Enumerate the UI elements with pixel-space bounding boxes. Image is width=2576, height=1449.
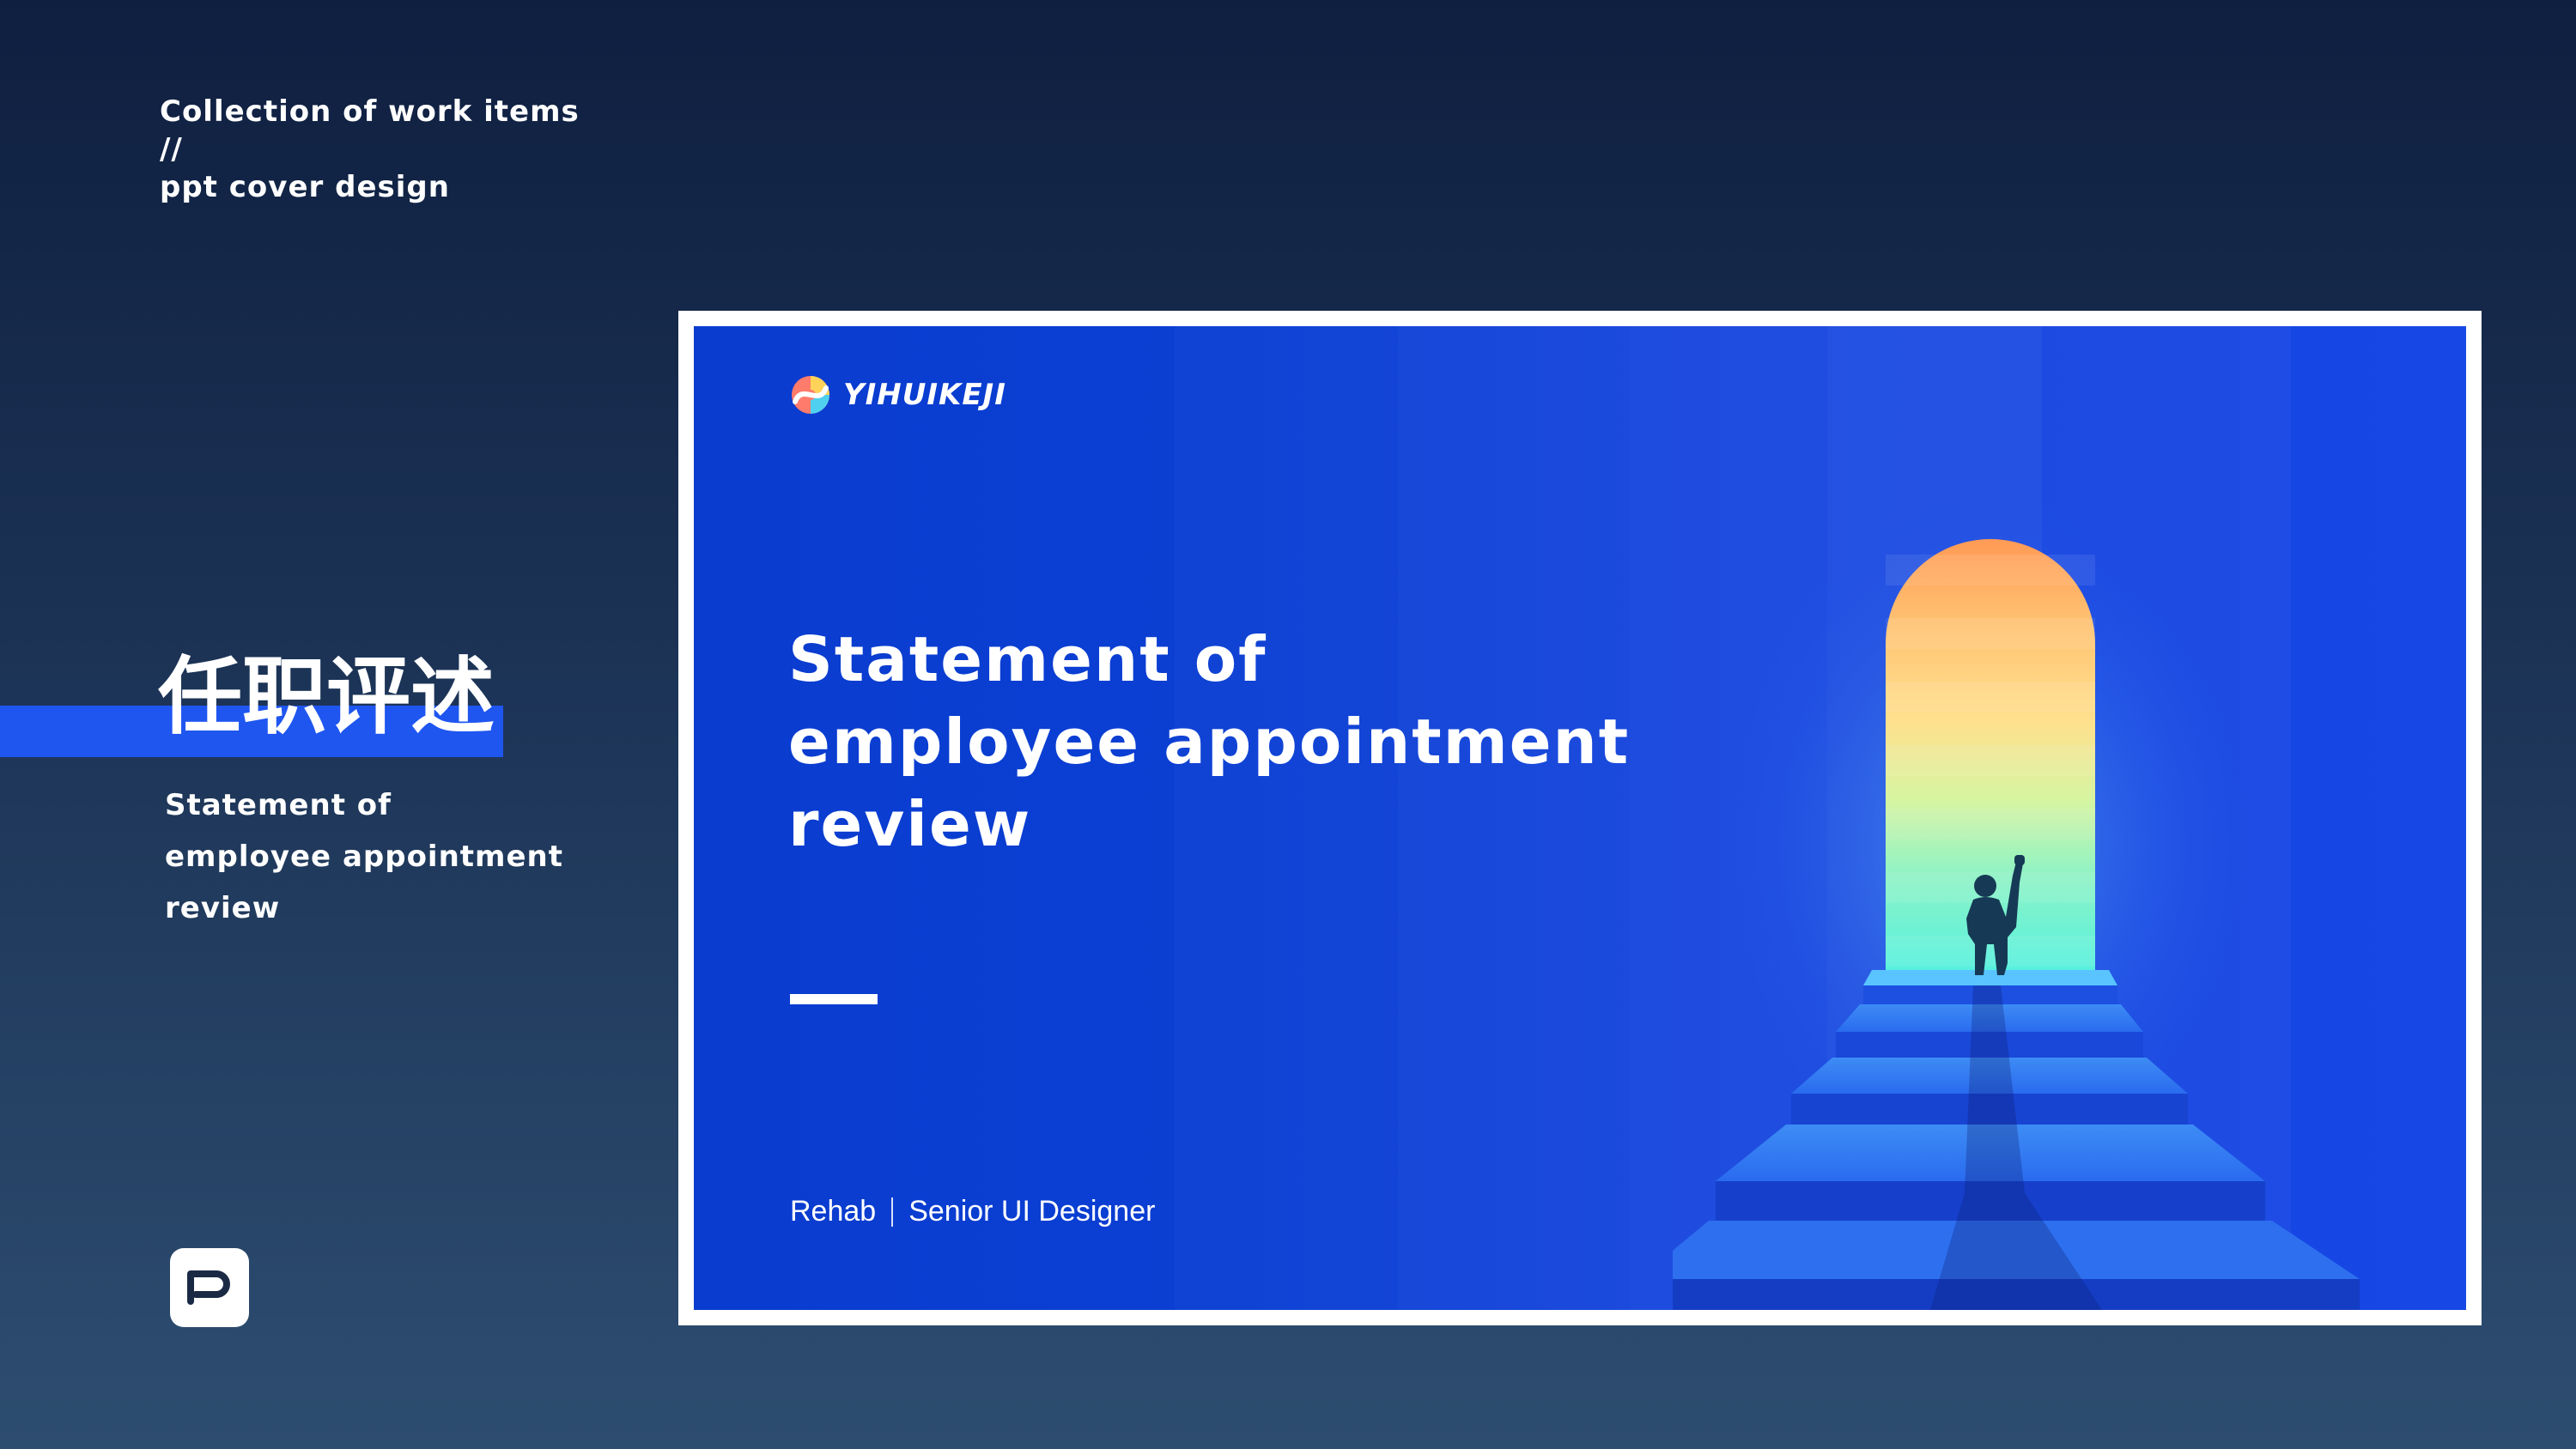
author-role: Senior UI Designer <box>908 1195 1156 1228</box>
header-caption: Collection of work items // ppt cover de… <box>160 93 580 206</box>
brand-mark-icon <box>792 376 829 414</box>
slide-title-line: review <box>788 788 1032 860</box>
author-line: Rehab Senior UI Designer <box>790 1195 1155 1228</box>
slide-cover: YIHUIKEJI Statement of employee appointm… <box>694 326 2466 1310</box>
doorway-illustration <box>1673 446 2360 1310</box>
slide-preview-frame: YIHUIKEJI Statement of employee appointm… <box>678 311 2482 1325</box>
header-line-subtitle: ppt cover design <box>160 170 450 204</box>
author-name: Rehab <box>790 1195 877 1228</box>
slide-title-line: Statement of <box>788 623 1267 695</box>
title-dash <box>790 994 878 1004</box>
slide-title: Statement of employee appointment review <box>788 618 1630 865</box>
app-logo[interactable] <box>170 1248 249 1327</box>
header-line-divider: // <box>160 132 183 167</box>
section-subtitle-line: review <box>165 891 281 925</box>
header-line-collection: Collection of work items <box>160 94 580 129</box>
brand-logo: YIHUIKEJI <box>790 374 1006 415</box>
section-title-cn: 任职评述 <box>158 648 495 746</box>
slide-title-line: employee appointment <box>788 706 1631 778</box>
section-subtitle-line: employee appointment <box>165 840 563 874</box>
p-logo-icon <box>187 1270 230 1305</box>
author-separator <box>891 1197 894 1227</box>
section-subtitle-line: Statement of <box>165 788 392 822</box>
brand-name: YIHUIKEJI <box>843 378 1006 412</box>
section-subtitle-en: Statement of employee appointment review <box>165 779 563 934</box>
